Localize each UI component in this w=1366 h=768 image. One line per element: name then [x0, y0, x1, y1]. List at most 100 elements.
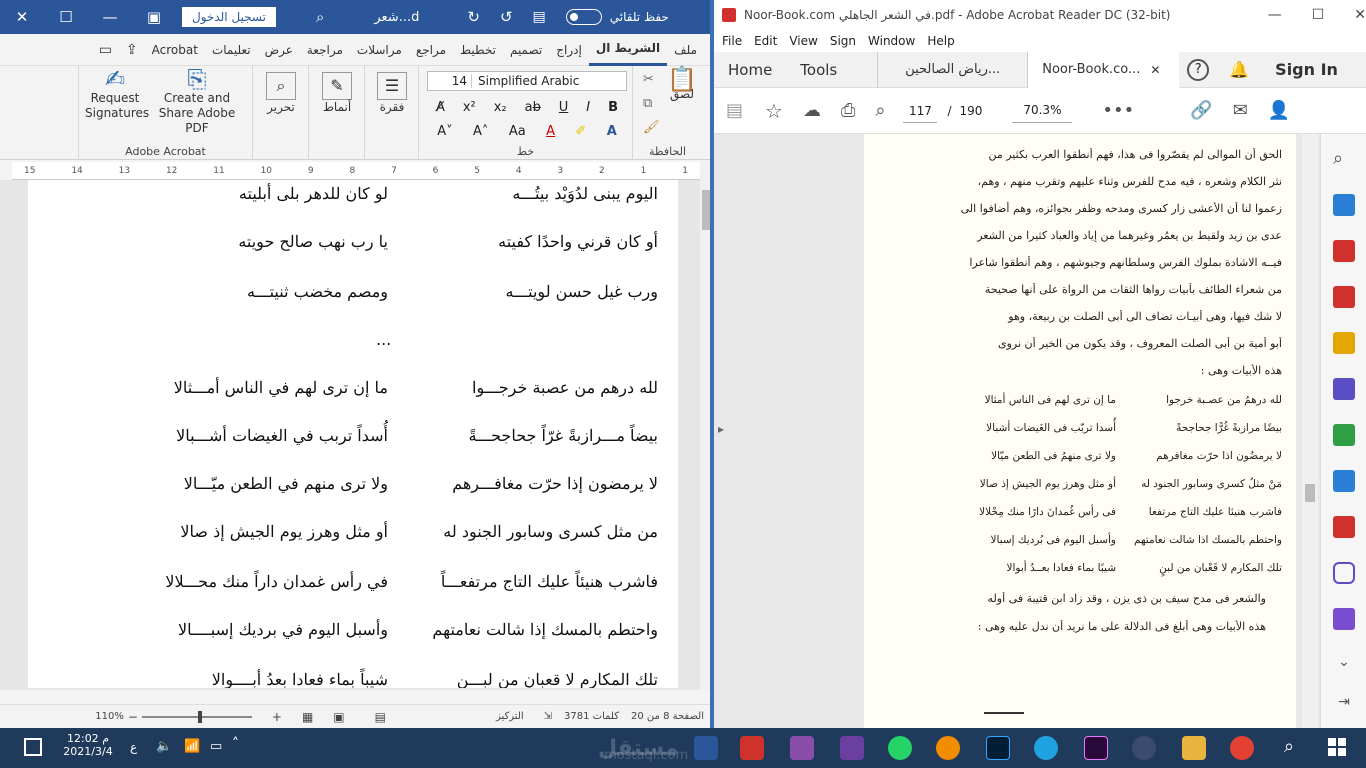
volume-icon[interactable]: 🔈: [156, 739, 172, 754]
close-tab-icon[interactable]: ✕: [1150, 63, 1160, 77]
focus-label[interactable]: التركيز: [496, 711, 524, 722]
find-button[interactable]: ⌕ تحرير: [263, 72, 299, 115]
notification-bell-icon[interactable]: 🔔: [1229, 60, 1249, 79]
highlight-icon[interactable]: ✐: [575, 124, 586, 139]
tab-home[interactable]: Home: [714, 52, 786, 88]
tab-file[interactable]: ملف: [667, 34, 704, 66]
more-tools-chevron-icon[interactable]: ⌄: [1333, 654, 1355, 676]
whatsapp-icon[interactable]: [888, 736, 912, 760]
word-count[interactable]: 3781 كلمات: [564, 711, 619, 722]
organize-pages-icon[interactable]: [1333, 240, 1355, 262]
shrink-font-icon[interactable]: A˅: [437, 124, 452, 139]
email-icon[interactable]: ✉: [1233, 100, 1248, 121]
menu-window[interactable]: Window: [868, 34, 915, 48]
tab-document-2[interactable]: Noor-Book.co... ✕: [1027, 51, 1180, 88]
bold-icon[interactable]: B: [608, 100, 618, 115]
close-icon[interactable]: ✕: [1354, 7, 1366, 23]
text-effects-icon[interactable]: A: [607, 124, 617, 139]
change-case-icon[interactable]: Aa: [509, 124, 526, 139]
tab-mailings[interactable]: مراسلات: [350, 34, 409, 66]
help-icon[interactable]: ?: [1187, 58, 1210, 81]
zoom-level[interactable]: 110%: [95, 711, 124, 722]
menu-help[interactable]: Help: [927, 34, 954, 48]
chrome-icon[interactable]: [1230, 736, 1254, 760]
wifi-icon[interactable]: 📶: [184, 739, 200, 754]
tab-help[interactable]: تعليمات: [205, 34, 258, 66]
font-color-icon[interactable]: A: [546, 124, 555, 139]
font-name-box[interactable]: Simplified Arabic: [472, 74, 579, 88]
search-app-icon[interactable]: [936, 736, 960, 760]
tab-home[interactable]: الشريط ال: [588, 34, 668, 66]
tab-view[interactable]: عرض: [258, 34, 300, 66]
collapse-left-icon[interactable]: ▸: [718, 422, 724, 436]
font-size-box[interactable]: 14: [428, 74, 472, 88]
tab-insert[interactable]: إدراج: [549, 34, 589, 66]
zoom-tool-icon[interactable]: ⌕: [1333, 148, 1355, 170]
menu-file[interactable]: File: [722, 34, 742, 48]
document-page[interactable]: اليوم يبنى لدُوَيْد بيتُـــه لو كان للدهر…: [28, 180, 678, 688]
web-layout-icon[interactable]: ▦: [302, 710, 313, 724]
autosave-toggle[interactable]: [565, 9, 602, 25]
tab-document-1[interactable]: رياض الصالحين...: [877, 51, 1027, 88]
signin-button[interactable]: تسجيل الدخول: [182, 7, 276, 27]
more-tools-icon[interactable]: •••: [1102, 100, 1134, 121]
zoom-input[interactable]: 70.3%: [1012, 98, 1073, 123]
read-mode-icon[interactable]: ▤: [375, 710, 386, 724]
zoom-in-icon[interactable]: +: [272, 710, 282, 724]
pane-toggle-icon[interactable]: ⇥: [1333, 694, 1355, 716]
request-signature-icon[interactable]: [1333, 608, 1355, 630]
underline-icon[interactable]: U: [559, 100, 569, 115]
tab-acrobat[interactable]: Acrobat: [145, 34, 205, 66]
action-center-icon[interactable]: [24, 738, 42, 756]
search-icon[interactable]: ⌕: [875, 100, 885, 121]
page-count[interactable]: الصفحة 8 من 20: [631, 711, 704, 722]
search-icon[interactable]: ⌕: [316, 8, 324, 26]
tab-design[interactable]: تصميم: [503, 34, 549, 66]
zoom-thumb[interactable]: [197, 710, 202, 723]
battery-icon[interactable]: ▭: [210, 739, 222, 754]
export-pdf-icon[interactable]: [1333, 194, 1355, 216]
compress-pdf-icon[interactable]: [1333, 424, 1355, 446]
pdf-scroll-thumb[interactable]: [1305, 484, 1315, 502]
premiere-icon[interactable]: [1084, 736, 1108, 760]
request-signatures-button[interactable]: ✍ Request Signatures: [85, 67, 149, 121]
start-windows-icon[interactable]: [1328, 738, 1346, 756]
redo-icon[interactable]: ↻: [467, 8, 480, 26]
comment-icon[interactable]: [1333, 332, 1355, 354]
copy-icon[interactable]: ⧉: [643, 96, 652, 111]
print-icon[interactable]: ⎙: [841, 100, 855, 121]
paragraph-button[interactable]: ☰ فقرة: [373, 72, 411, 115]
close-icon[interactable]: ✕: [0, 0, 44, 34]
share-link-icon[interactable]: 🔗: [1190, 100, 1212, 121]
minimize-icon[interactable]: —: [1268, 7, 1282, 23]
accessibility-icon[interactable]: ⇲: [544, 711, 552, 722]
clear-format-icon[interactable]: A̸: [436, 100, 445, 115]
cut-icon[interactable]: ✂: [643, 72, 654, 87]
italic-icon[interactable]: I: [586, 100, 590, 115]
acrobat-taskbar-icon[interactable]: [740, 736, 764, 760]
format-painter-icon[interactable]: 🖌: [643, 120, 660, 135]
tray-chevron-icon[interactable]: ˄: [232, 736, 239, 752]
scroll-thumb[interactable]: [702, 190, 710, 230]
file-explorer-icon[interactable]: [1182, 736, 1206, 760]
menu-view[interactable]: View: [789, 34, 817, 48]
save-icon[interactable]: ▤: [533, 9, 546, 25]
app-taskbar-icon[interactable]: [790, 736, 814, 760]
grow-font-icon[interactable]: A˄: [473, 124, 488, 139]
ribbon-display-icon[interactable]: ▣: [132, 0, 176, 34]
signin-button[interactable]: Sign In: [1275, 60, 1338, 79]
search-icon[interactable]: ⌕: [1284, 736, 1294, 757]
language-indicator[interactable]: ع: [130, 740, 137, 754]
tab-tools[interactable]: Tools: [786, 52, 877, 88]
strikethrough-icon[interactable]: ab̶: [525, 100, 541, 115]
protect-icon[interactable]: [1333, 562, 1355, 584]
maximize-icon[interactable]: ☐: [44, 0, 88, 34]
zoom-out-icon[interactable]: −: [128, 710, 138, 724]
menu-edit[interactable]: Edit: [754, 34, 777, 48]
comments-icon[interactable]: ▭: [92, 34, 119, 66]
create-share-pdf-button[interactable]: ⎘ Create and Share Adobe PDF: [147, 67, 247, 136]
tab-layout[interactable]: تخطيط: [453, 34, 503, 66]
add-user-icon[interactable]: 👤: [1268, 100, 1290, 121]
subscript-icon[interactable]: x₂: [494, 100, 507, 115]
bookmark-star-icon[interactable]: ☆: [765, 99, 783, 123]
